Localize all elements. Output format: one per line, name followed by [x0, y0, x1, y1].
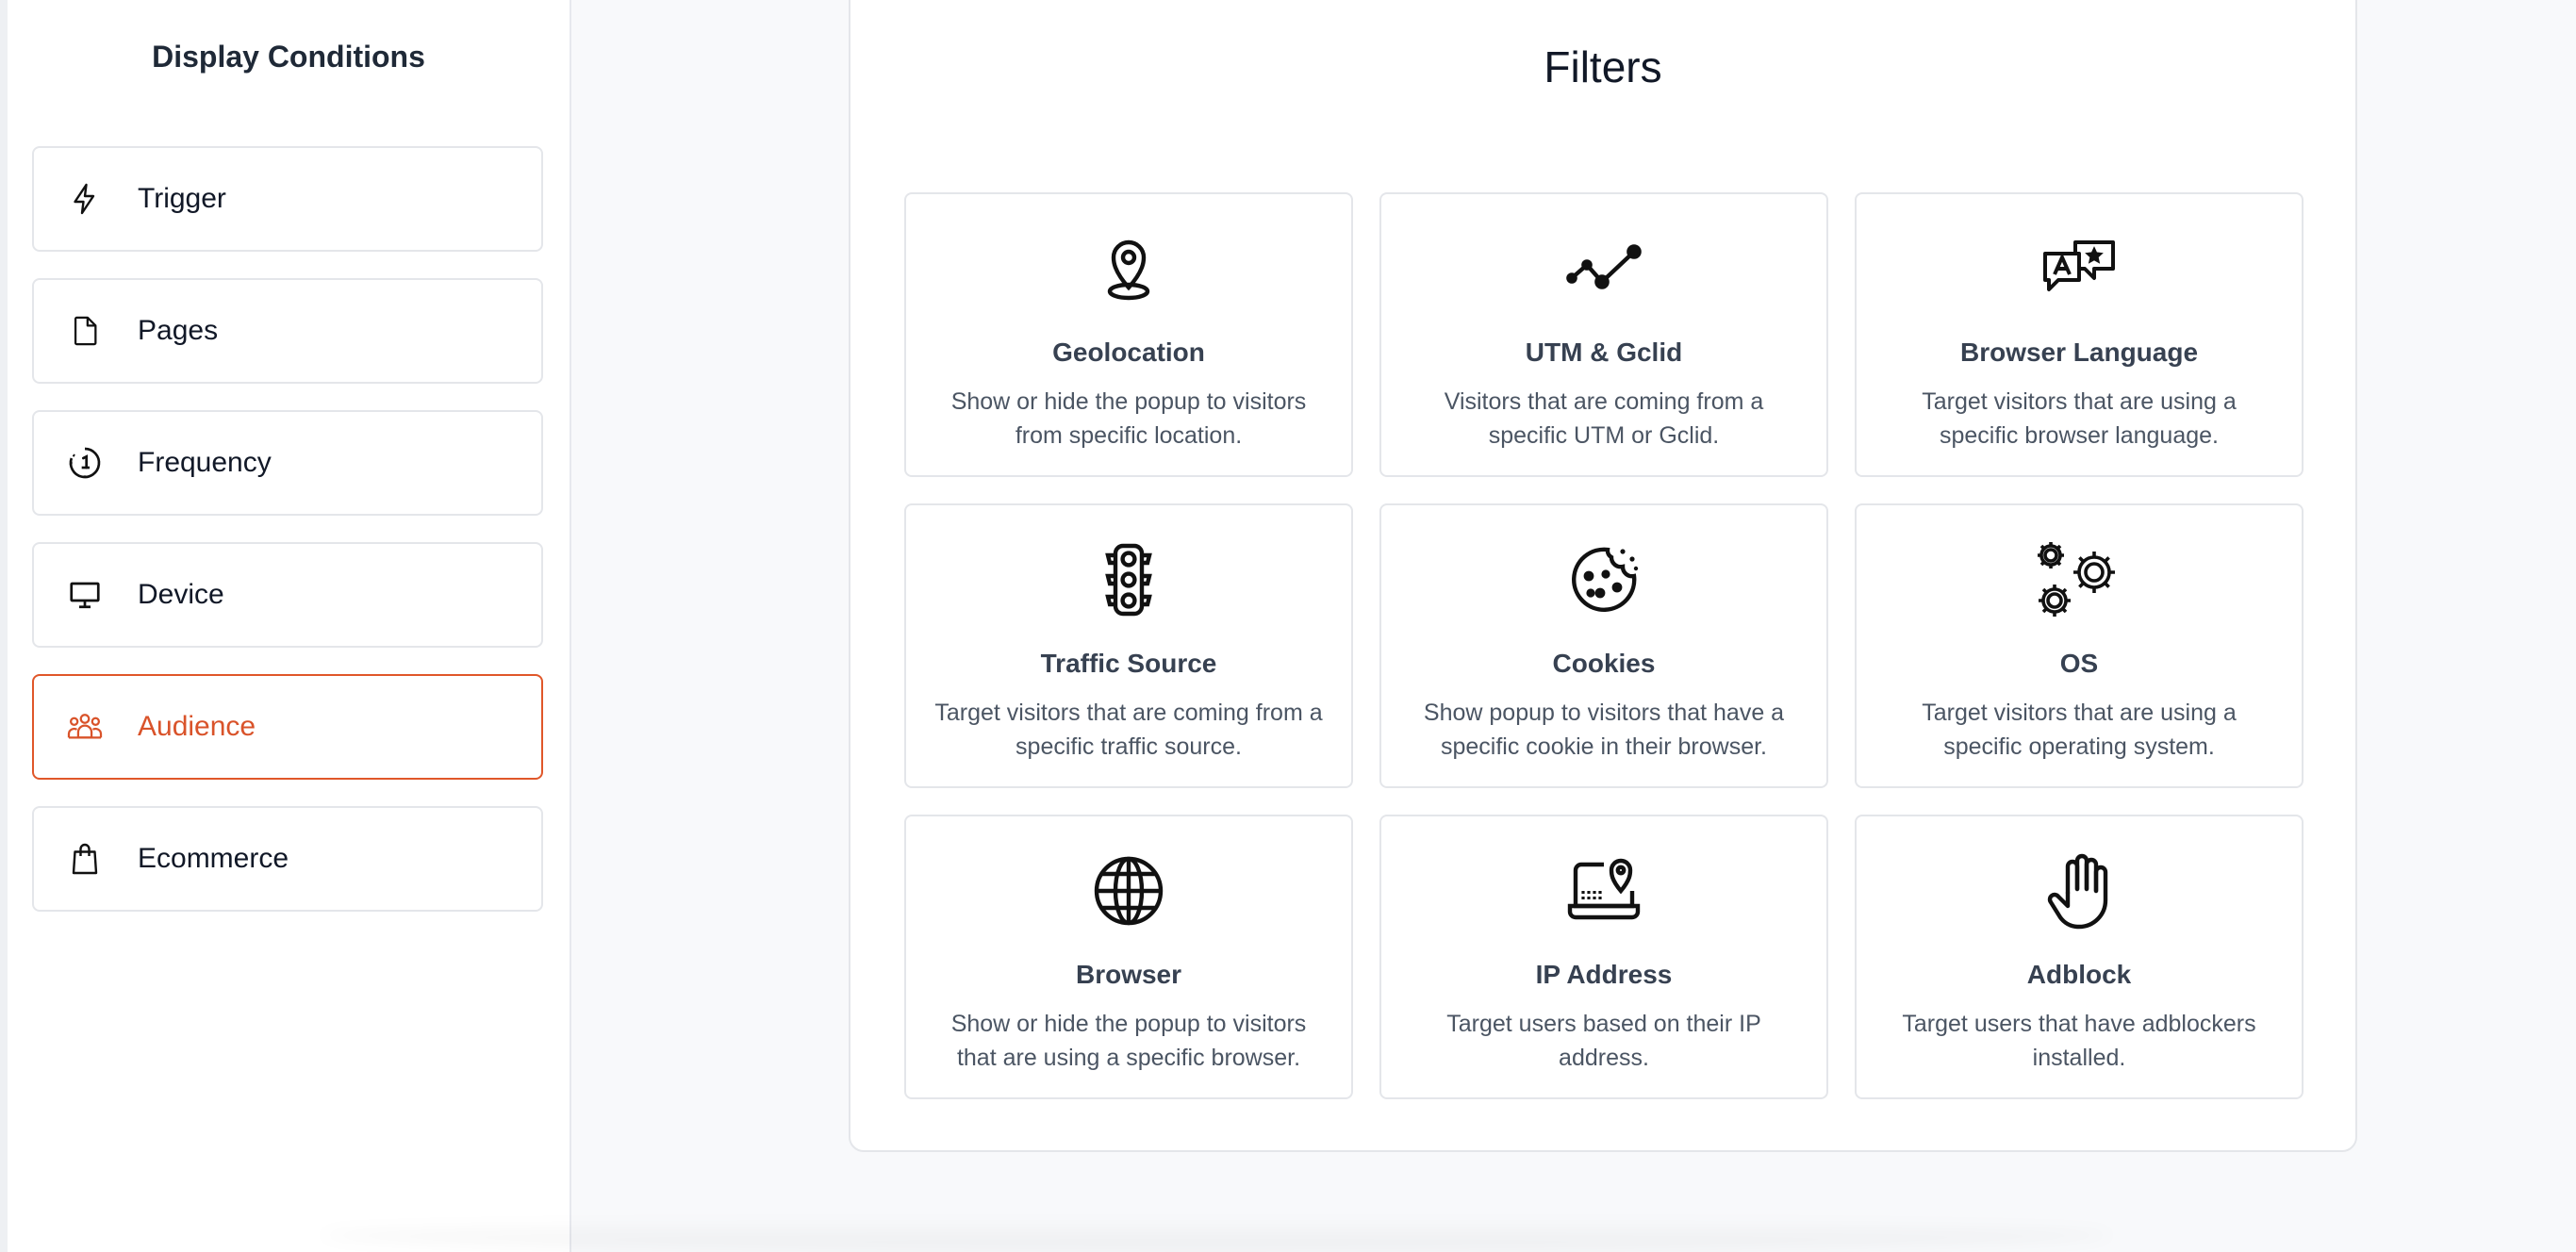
language-icon: [1857, 230, 2302, 307]
filter-card-geolocation[interactable]: Geolocation Show or hide the popup to vi…: [904, 192, 1353, 477]
filters-panel: Filters Geolocation Show or hide the pop…: [849, 0, 2357, 1152]
filter-card-utm-gclid[interactable]: UTM & Gclid Visitors that are coming fro…: [1379, 192, 1828, 477]
line-chart-icon: [1381, 230, 1826, 307]
shopping-bag-icon: [66, 840, 104, 878]
filter-card-adblock[interactable]: Adblock Target users that have adblocker…: [1855, 815, 2304, 1099]
sidebar-item-pages[interactable]: Pages: [32, 278, 543, 384]
lightning-icon: [66, 180, 104, 218]
card-description: Target users that have adblockers instal…: [1902, 1011, 2256, 1071]
card-description: Target visitors that are coming from a s…: [934, 700, 1323, 760]
sidebar-item-label: Pages: [138, 315, 219, 346]
file-icon: [66, 312, 104, 350]
ip-location-icon: [1381, 852, 1826, 930]
filter-card-ip-address[interactable]: IP Address Target users based on their I…: [1379, 815, 1828, 1099]
card-title: OS: [2059, 649, 2099, 678]
sidebar-item-ecommerce[interactable]: Ecommerce: [32, 806, 543, 912]
gears-icon: [1857, 541, 2302, 618]
card-description: Visitors that are coming from a specific…: [1444, 388, 1764, 449]
monitor-icon: [66, 576, 104, 614]
sidebar-item-label: Trigger: [138, 183, 226, 214]
card-title: Cookies: [1552, 649, 1656, 678]
map-pin-icon: [906, 230, 1351, 307]
card-description: Show or hide the popup to visitors from …: [950, 388, 1307, 449]
sidebar-item-label: Device: [138, 579, 224, 610]
card-title: Traffic Source: [1040, 649, 1217, 678]
filter-card-browser-language[interactable]: Browser Language Target visitors that ar…: [1855, 192, 2304, 477]
card-description: Show or hide the popup to visitors that …: [950, 1011, 1307, 1071]
users-icon: [66, 708, 104, 746]
filter-card-cookies[interactable]: Cookies Show popup to visitors that have…: [1379, 503, 1828, 788]
timer-icon: [66, 444, 104, 482]
filter-card-browser[interactable]: Browser Show or hide the popup to visito…: [904, 815, 1353, 1099]
sidebar-item-label: Audience: [138, 711, 256, 742]
card-description: Target users based on their IP address.: [1446, 1011, 1761, 1071]
filter-card-os[interactable]: OS Target visitors that are using a spec…: [1855, 503, 2304, 788]
card-title: Browser Language: [1959, 338, 2199, 367]
cookie-icon: [1381, 541, 1826, 618]
filter-card-traffic-source[interactable]: Traffic Source Target visitors that are …: [904, 503, 1353, 788]
globe-icon: [906, 852, 1351, 930]
sidebar-item-label: Frequency: [138, 447, 272, 478]
card-description: Target visitors that are using a specifi…: [1922, 700, 2237, 760]
bottom-shadow: [321, 1218, 2112, 1252]
sidebar-item-frequency[interactable]: Frequency: [32, 410, 543, 516]
sidebar: Display Conditions Trigger Pages Frequen…: [0, 0, 571, 1252]
sidebar-item-label: Ecommerce: [138, 843, 289, 874]
sidebar-title: Display Conditions: [152, 40, 425, 74]
card-description: Target visitors that are using a specifi…: [1922, 388, 2237, 449]
hand-icon: [1857, 852, 2302, 930]
card-title: UTM & Gclid: [1525, 338, 1683, 367]
card-description: Show popup to visitors that have a speci…: [1423, 700, 1785, 760]
sidebar-item-device[interactable]: Device: [32, 542, 543, 648]
filters-title: Filters: [1544, 42, 1662, 91]
card-title: Browser: [1075, 960, 1182, 989]
sidebar-item-audience[interactable]: Audience: [32, 674, 543, 780]
card-title: Geolocation: [1052, 338, 1205, 367]
card-title: IP Address: [1535, 960, 1673, 989]
sidebar-item-trigger[interactable]: Trigger: [32, 146, 543, 252]
card-title: Adblock: [2026, 960, 2132, 989]
traffic-light-icon: [906, 541, 1351, 618]
